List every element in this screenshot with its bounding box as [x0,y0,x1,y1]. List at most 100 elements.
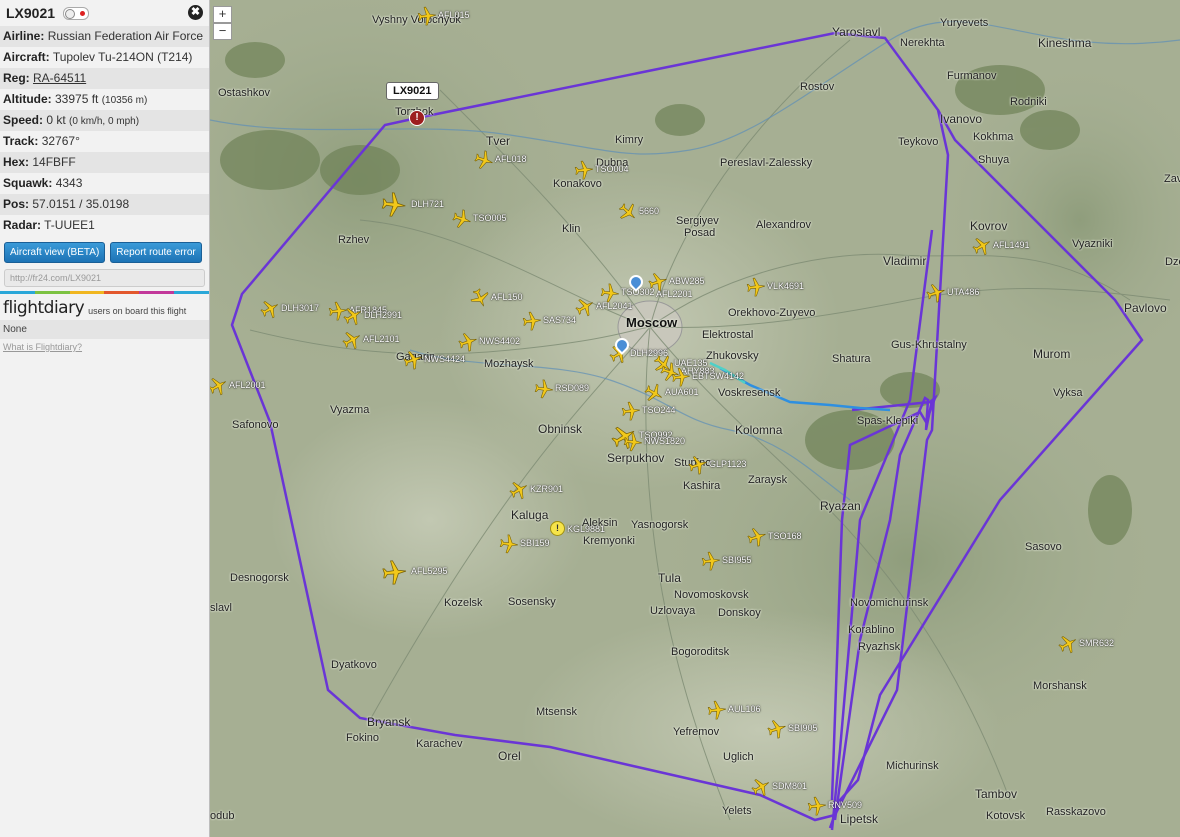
aircraft-icon[interactable] [599,282,621,304]
aircraft-callsign-label[interactable]: EBTSW4142 [692,371,744,381]
city-label: Yelets [722,805,752,817]
city-label: Tver [486,134,510,148]
selected-flight-callout[interactable]: LX9021 [386,82,439,100]
city-label: Sergiyev [676,215,719,227]
city-label: Kimry [615,134,644,146]
aircraft-callsign-label[interactable]: AFL2201 [656,289,693,299]
city-label: Orel [498,749,521,763]
zoom-in-button[interactable]: + [213,6,232,23]
follow-toggle[interactable] [63,6,90,20]
city-label: Rodniki [1010,96,1047,108]
city-label: Obninsk [538,422,583,436]
aircraft-callsign-label[interactable]: VLK4691 [767,281,804,291]
aircraft-callsign-label[interactable]: KZR901 [530,484,563,494]
row-label: Airline: [3,29,45,43]
aircraft-icon[interactable] [622,431,644,453]
aircraft-callsign-label[interactable]: SMR632 [1079,638,1114,648]
city-label: Rasskazovo [1046,806,1106,818]
registration-link[interactable]: RA-64511 [33,71,86,85]
close-icon[interactable]: ✖ [188,5,203,20]
aircraft-icon[interactable] [533,378,555,400]
aircraft-callsign-label[interactable]: ABW285 [669,276,705,286]
aircraft-icon[interactable] [382,558,408,585]
aircraft-callsign-label[interactable]: TSO168 [768,531,802,541]
city-label: Ostashkov [218,87,270,99]
aircraft-icon[interactable] [806,795,828,817]
row-label: Hex: [3,155,30,169]
city-label: Ryazhsk [858,641,901,653]
aircraft-callsign-label[interactable]: AFL1491 [993,240,1030,250]
aircraft-callsign-label[interactable]: 5660 [639,206,659,216]
city-label: Nerekhta [900,37,945,49]
aircraft-icon[interactable] [521,310,543,332]
aircraft-icon[interactable] [700,550,722,572]
aircraft-icon[interactable] [670,366,692,388]
aircraft-callsign-label[interactable]: DLH2991 [364,310,402,320]
aircraft-view-button[interactable]: Aircraft view (BETA) [4,242,106,263]
aircraft-callsign-label[interactable]: RNV509 [828,800,862,810]
aircraft-icon[interactable] [573,159,595,181]
aircraft-callsign-label[interactable]: AFL5295 [411,566,448,576]
city-label: Furmanov [947,70,997,82]
city-label: Vyazma [330,404,370,416]
aircraft-callsign-label[interactable]: NWS1820 [644,436,685,446]
map-view[interactable]: + − Vyshny Volochyok Yaroslavl Yuryevets Ne… [210,0,1180,837]
city-label: Yuryevets [940,17,989,29]
share-url-field[interactable]: http://fr24.com/LX9021 [4,269,205,287]
aircraft-callsign-label[interactable]: DLH721 [411,199,444,209]
aircraft-callsign-label[interactable]: SAS734 [543,315,576,325]
flightdiary-link[interactable]: What is Flightdiary? [0,339,209,355]
aircraft-icon[interactable] [745,276,767,298]
city-label: Kremyonki [583,535,635,547]
aircraft-callsign-label[interactable]: SBI905 [788,723,818,733]
aircraft-callsign-label[interactable]: AFL015 [438,10,470,20]
aircraft-callsign-label[interactable]: UTA486 [947,287,979,297]
city-label: Novomichurinsk [850,597,929,609]
aircraft-icon[interactable] [498,533,520,555]
aircraft-callsign-label[interactable]: NWS4402 [479,336,520,346]
row-label: Speed: [3,113,44,127]
aircraft-callsign-label[interactable]: TSO004 [595,164,629,174]
report-route-error-button[interactable]: Report route error [110,242,202,263]
aircraft-callsign-label[interactable]: AFL2101 [363,334,400,344]
city-label: Kozelsk [444,597,483,609]
aircraft-callsign-label[interactable]: DLH3017 [281,303,319,313]
city-label: Moscow [626,315,678,330]
aircraft-callsign-label[interactable]: GLP1123 [709,459,746,469]
aircraft-callsign-label[interactable]: AFL150 [491,292,523,302]
city-label: Desnogorsk [230,572,289,584]
row-label: Aircraft: [3,50,50,64]
warning-marker-icon[interactable]: ! [550,521,565,536]
aircraft-callsign-label[interactable]: AUL106 [728,704,761,714]
aircraft-icon[interactable] [620,400,642,422]
selected-aircraft-marker-icon[interactable]: ! [409,110,425,126]
aircraft-callsign-label[interactable]: TSO005 [473,213,507,223]
aircraft-icon[interactable] [416,5,438,27]
aircraft-callsign-label[interactable]: KGL9881 [567,524,605,534]
aircraft-value: Tupolev Tu-214ON (T214) [52,50,193,64]
aircraft-callsign-label[interactable]: AFL2001 [229,380,266,390]
city-label: Uzlovaya [650,605,696,617]
aircraft-callsign-label[interactable]: SBI955 [722,555,752,565]
speed-conversions: (0 km/h, 0 mph) [69,116,140,127]
city-label: Vyazniki [1072,238,1113,250]
zoom-out-button[interactable]: − [213,23,232,40]
aircraft-icon[interactable] [706,699,728,721]
aircraft-callsign-label[interactable]: SDM801 [772,781,807,791]
aircraft-callsign-label[interactable]: RSD089 [555,383,589,393]
city-label: Pereslavl-Zalessky [720,157,813,169]
city-label: Lipetsk [840,812,879,826]
position-row: Pos: 57.0151 / 35.0198 [0,194,209,215]
city-label: Zaraysk [748,474,788,486]
city-label: Rostov [800,81,835,93]
aircraft-callsign-label[interactable]: AUA601 [665,387,699,397]
aircraft-callsign-label[interactable]: SBI159 [520,538,550,548]
city-label: Alexandrov [756,219,812,231]
city-label: Fokino [346,732,380,744]
aircraft-callsign-label[interactable]: AFL018 [495,154,527,164]
aircraft-callsign-label[interactable]: NWS4424 [424,354,465,364]
aircraft-callsign-label[interactable]: TSO244 [642,405,676,415]
city-label: Gus-Khrustalny [891,339,967,351]
flight-info-panel: LX9021 ✖ Airline: Russian Federation Air… [0,0,210,837]
aircraft-icon[interactable] [381,191,408,217]
